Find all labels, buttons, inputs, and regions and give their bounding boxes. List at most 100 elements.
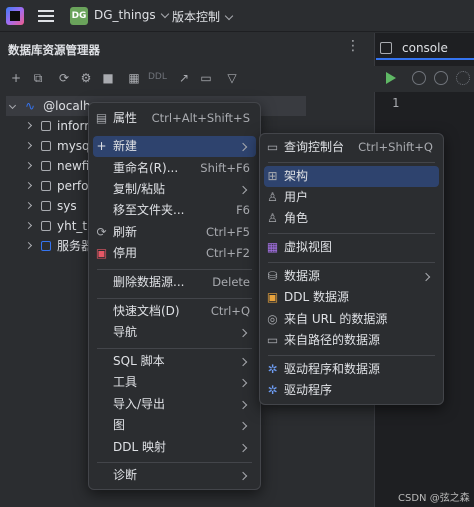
table-icon[interactable]: ▦: [126, 70, 142, 86]
add-icon[interactable]: +: [8, 70, 24, 86]
tree-item[interactable]: inforr: [24, 116, 90, 136]
menu-item-diagnostics[interactable]: 诊断: [93, 465, 256, 486]
menu-shortcut: Ctrl+F2: [205, 246, 250, 260]
schema-icon: [41, 201, 51, 211]
tree-item[interactable]: newfi: [24, 156, 90, 176]
more-options-icon[interactable]: ⋮: [346, 38, 360, 54]
menu-item-new[interactable]: + 新建: [93, 136, 256, 157]
chevron-right-icon: [421, 272, 431, 282]
plus-icon: +: [96, 139, 107, 153]
submenu-item-ddl-datasource[interactable]: ▣ DDL 数据源: [264, 287, 439, 308]
expand-arrow-icon[interactable]: [8, 101, 17, 110]
menu-label: 导航: [113, 325, 138, 339]
tree-root-row[interactable]: ∿ @localho: [8, 96, 98, 116]
project-badge[interactable]: DG: [70, 7, 88, 25]
tree-item[interactable]: 服务器: [24, 236, 93, 256]
menu-item-disable[interactable]: ▣ 停用 Ctrl+F2: [93, 243, 256, 264]
jump-icon[interactable]: ↗: [176, 70, 192, 86]
menu-item-quick-doc[interactable]: 快速文档(D) Ctrl+Q: [93, 301, 256, 322]
copy-icon[interactable]: ⧉: [30, 70, 46, 86]
menu-shortcut: F6: [236, 203, 250, 217]
disconnect-icon[interactable]: ■: [100, 70, 116, 86]
chevron-right-icon: [238, 357, 248, 367]
menu-item-tools[interactable]: 工具: [93, 372, 256, 393]
submenu-item-virtual-view[interactable]: ▦ 虚拟视图: [264, 237, 439, 258]
menu-item-diagram[interactable]: 图: [93, 415, 256, 436]
new-submenu: ▭ 查询控制台 Ctrl+Shift+Q ⊞ 架构 ♙ 用户 ♙ 角色 ▦ 虚拟视图 ⛁ 数据…: [259, 133, 444, 405]
chevron-right-icon: [238, 185, 248, 195]
chevron-right-icon: [238, 421, 248, 431]
history-icon[interactable]: [412, 71, 426, 85]
menu-label: 刷新: [113, 225, 138, 239]
menu-item-refresh[interactable]: ⟳ 刷新 Ctrl+F5: [93, 222, 256, 243]
chevron-right-icon: [238, 400, 248, 410]
chevron-right-icon[interactable]: [24, 221, 33, 230]
menu-shortcut: Shift+F6: [200, 161, 250, 175]
main-menu-icon[interactable]: [38, 8, 54, 24]
chevron-right-icon[interactable]: [24, 121, 33, 130]
chevron-right-icon[interactable]: [24, 201, 33, 210]
submenu-item-schema[interactable]: ⊞ 架构: [264, 166, 439, 187]
url-icon: ◎: [267, 312, 278, 326]
menu-item-move-to-folder[interactable]: 移至文件夹... F6: [93, 200, 256, 221]
refresh-icon[interactable]: ⟳: [56, 70, 72, 86]
menu-item-import-export[interactable]: 导入/导出: [93, 394, 256, 415]
console-icon[interactable]: ▭: [198, 70, 214, 86]
submenu-item-driver-and-datasource[interactable]: ✲ 驱动程序和数据源: [264, 359, 439, 380]
menu-label: 驱动程序: [284, 383, 333, 397]
submenu-item-path-datasource[interactable]: ▭ 来自路径的数据源: [264, 330, 439, 351]
submenu-item-datasource[interactable]: ⛁ 数据源: [264, 266, 439, 287]
tree-item[interactable]: sys: [24, 196, 77, 216]
menu-label: 角色: [284, 211, 309, 225]
tree-item[interactable]: mysq: [24, 136, 90, 156]
ddl-label[interactable]: DDL: [148, 72, 167, 82]
menu-item-rename[interactable]: 重命名(R)... Shift+F6: [93, 158, 256, 179]
chevron-right-icon[interactable]: [24, 241, 33, 250]
tab-console[interactable]: console: [376, 38, 474, 60]
menu-label: 新建: [113, 139, 138, 153]
menu-label: 来自路径的数据源: [284, 333, 381, 347]
menu-item-properties[interactable]: ▤ 属性 Ctrl+Alt+Shift+S: [93, 108, 256, 129]
app-logo-icon[interactable]: [6, 7, 24, 25]
vcs-menu[interactable]: 版本控制: [172, 8, 234, 25]
menu-item-ddl-mapping[interactable]: DDL 映射: [93, 437, 256, 458]
run-icon[interactable]: [386, 72, 396, 84]
menu-label: 复制/粘贴: [113, 182, 166, 196]
menu-label: 虚拟视图: [284, 240, 333, 254]
chevron-right-icon[interactable]: [24, 181, 33, 190]
schema-icon: [41, 181, 51, 191]
tree-item[interactable]: perfo: [24, 176, 89, 196]
project-name[interactable]: DG_things: [94, 8, 169, 22]
menu-item-copy-paste[interactable]: 复制/粘贴: [93, 179, 256, 200]
tree-item-label: mysq: [57, 139, 90, 153]
context-menu: ▤ 属性 Ctrl+Alt+Shift+S + 新建 重命名(R)... Shift+F…: [88, 102, 261, 490]
chevron-right-icon[interactable]: [24, 161, 33, 170]
submenu-item-role[interactable]: ♙ 角色: [264, 208, 439, 229]
submenu-item-user[interactable]: ♙ 用户: [264, 187, 439, 208]
filter-icon[interactable]: ▽: [224, 70, 240, 86]
tree-item-label: inforr: [57, 119, 90, 133]
folder-icon: ▭: [266, 333, 279, 347]
settings-icon[interactable]: [456, 71, 470, 85]
menu-separator: [268, 162, 435, 163]
menu-item-navigate[interactable]: 导航: [93, 322, 256, 343]
stop-icon: ▣: [95, 246, 108, 260]
menu-label: 删除数据源...: [113, 275, 185, 289]
tree-item-label: newfi: [57, 159, 90, 173]
menu-label: 工具: [113, 375, 138, 389]
chevron-down-icon: [160, 9, 169, 19]
driver-icon: ✲: [267, 362, 278, 376]
submenu-item-driver[interactable]: ✲ 驱动程序: [264, 380, 439, 401]
menu-item-sql-script[interactable]: SQL 脚本: [93, 351, 256, 372]
properties-icon[interactable]: ⚙: [78, 70, 94, 86]
chevron-down-icon: [224, 11, 234, 21]
tree-item[interactable]: yht_th: [24, 216, 95, 236]
properties-icon: ▤: [95, 111, 108, 125]
stop-icon[interactable]: [434, 71, 448, 85]
vcs-label: 版本控制: [172, 10, 221, 24]
submenu-item-query-console[interactable]: ▭ 查询控制台 Ctrl+Shift+Q: [264, 137, 439, 158]
submenu-item-url-datasource[interactable]: ◎ 来自 URL 的数据源: [264, 309, 439, 330]
user-icon: ♙: [267, 190, 278, 204]
menu-item-delete-datasource[interactable]: 删除数据源... Delete: [93, 272, 256, 293]
chevron-right-icon[interactable]: [24, 141, 33, 150]
